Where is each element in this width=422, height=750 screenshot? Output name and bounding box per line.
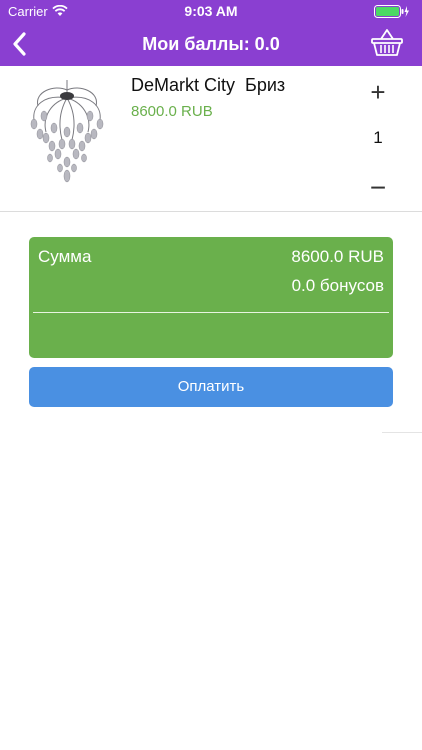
battery-icon	[374, 5, 410, 21]
cart-item: DeMarkt City Бриз 8600.0 RUB + 1 −	[0, 66, 422, 212]
product-price: 8600.0 RUB	[131, 103, 213, 120]
summary-divider	[33, 312, 389, 313]
chandelier-image	[30, 80, 104, 183]
summary-amount: 8600.0 RUB	[291, 247, 384, 266]
quantity-increase-button[interactable]: +	[366, 78, 390, 106]
basket-icon	[371, 29, 403, 56]
summary-bonus: 0.0 бонусов	[291, 276, 384, 295]
summary-label: Сумма	[38, 247, 92, 266]
divider-line	[382, 432, 422, 433]
basket-button[interactable]	[370, 28, 404, 58]
order-summary-card: Сумма 8600.0 RUB 0.0 бонусов	[29, 237, 393, 358]
product-name: DeMarkt City Бриз	[131, 75, 286, 95]
status-time: 9:03 AM	[184, 3, 238, 19]
pay-button[interactable]: Оплатить	[29, 367, 393, 407]
status-bar: Carrier 9:03 AM	[0, 0, 422, 22]
app-header: Carrier 9:03 AM Мои баллы: 0.0	[0, 0, 422, 66]
quantity-value: 1	[373, 128, 383, 147]
product-image[interactable]	[24, 76, 110, 188]
quantity-decrease-button[interactable]: −	[366, 174, 390, 202]
page-title: Мои баллы: 0.0	[142, 34, 280, 54]
